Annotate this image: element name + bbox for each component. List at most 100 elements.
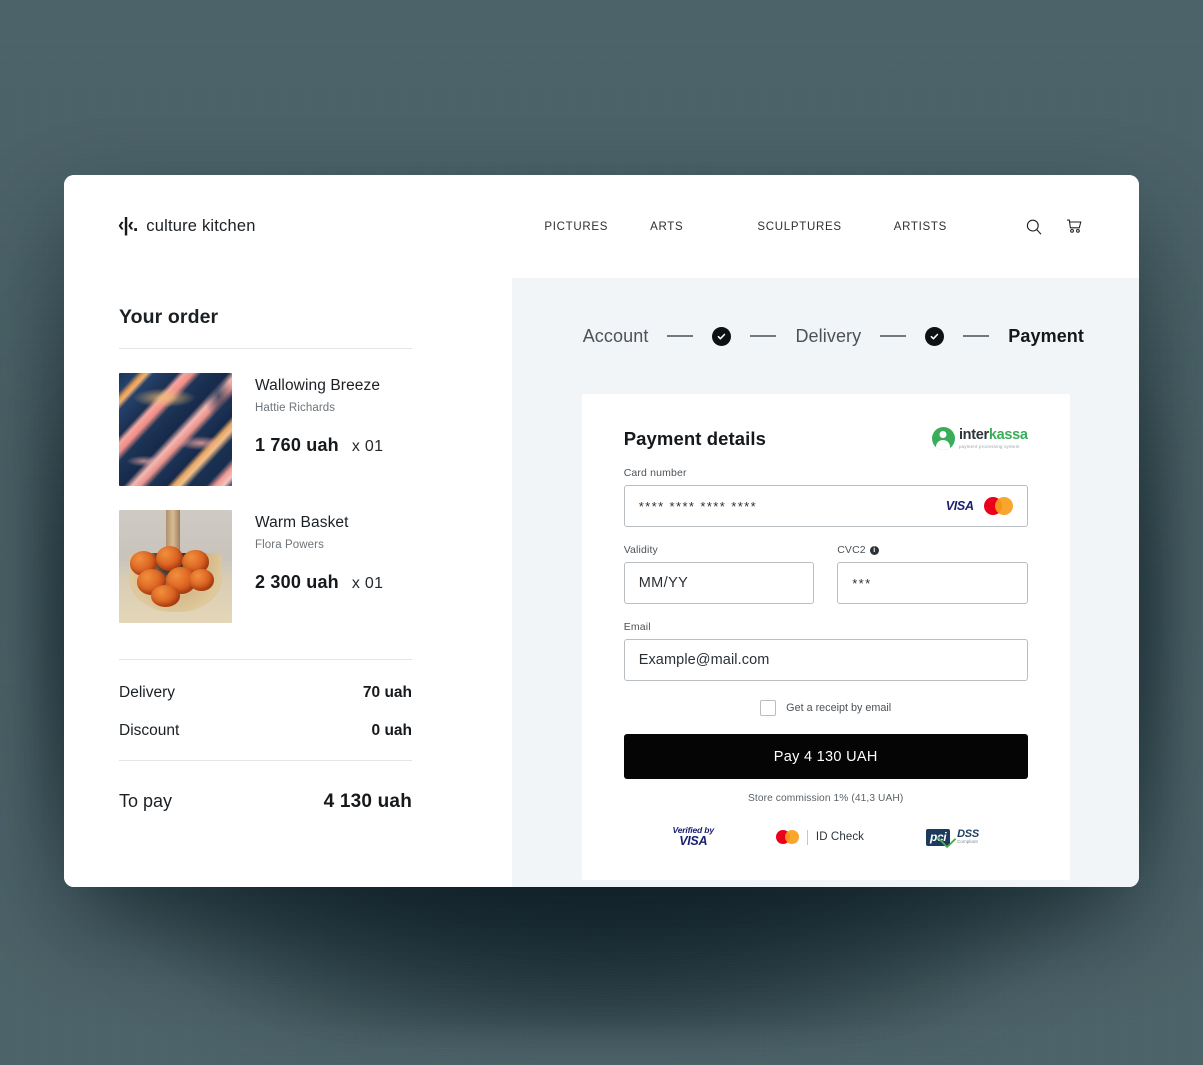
interkassa-logo: interkassa payment processing system bbox=[931, 427, 1028, 450]
mastercard-icon bbox=[983, 497, 1013, 515]
card-brand-group: VISA bbox=[946, 497, 1013, 515]
provider-tagline: payment processing system bbox=[958, 444, 1020, 450]
order-item-price-row: 2 300 uah x 01 bbox=[255, 572, 383, 593]
card-number-field: Card number **** **** **** **** VISA bbox=[623, 467, 1028, 527]
artwork-detail bbox=[189, 568, 214, 592]
email-input[interactable]: Example@mail.com bbox=[623, 639, 1028, 681]
receipt-checkbox-label[interactable]: Get a receipt by email bbox=[786, 702, 891, 714]
idcheck-label: ID Check bbox=[815, 831, 865, 844]
order-item-author: Hattie Richards bbox=[255, 402, 336, 414]
validity-cvc-row: Validity MM/YY CVC2 i *** bbox=[623, 527, 1028, 604]
search-icon[interactable] bbox=[1023, 216, 1045, 238]
step-complete-check-icon bbox=[712, 326, 732, 346]
receipt-checkbox-row: Get a receipt by email bbox=[624, 700, 1028, 716]
step-connector bbox=[963, 335, 990, 337]
step-connector bbox=[750, 335, 777, 337]
artwork-detail bbox=[150, 584, 180, 608]
card-number-label: Card number bbox=[623, 467, 687, 479]
payment-details-card: Payment details interkassa payment proce… bbox=[581, 394, 1070, 881]
nav-item-artists[interactable]: ARTISTS bbox=[894, 221, 947, 233]
pci-dss-main: DSS bbox=[957, 827, 979, 840]
pci-dss-text: DSS Compliant bbox=[952, 827, 979, 844]
mastercard-idcheck-badge: ID Check bbox=[775, 829, 865, 845]
verified-by-visa-icon: Verified by VISA bbox=[673, 825, 715, 849]
step-connector bbox=[880, 335, 907, 337]
email-label: Email bbox=[623, 621, 651, 633]
grand-total-label: To pay bbox=[119, 791, 173, 811]
total-value: 70 uah bbox=[362, 684, 412, 701]
info-icon[interactable]: i bbox=[869, 545, 879, 555]
badge-divider bbox=[806, 829, 808, 845]
order-item-price-row: 1 760 uah x 01 bbox=[255, 435, 383, 456]
nav-item-pictures[interactable]: PICTURES bbox=[544, 221, 608, 233]
pci-dss-sub: Compliant bbox=[957, 838, 978, 844]
checkout-stepper: Account Delivery Payment bbox=[582, 305, 1084, 367]
verified-by-visa-main: VISA bbox=[679, 834, 708, 849]
pci-dss-icon: pci DSS Compliant bbox=[926, 827, 979, 846]
order-item-info: Wallowing Breeze Hattie Richards 1 760 u… bbox=[255, 373, 383, 486]
email-field: Email Example@mail.com bbox=[623, 621, 1028, 681]
cvc-input[interactable]: *** bbox=[837, 562, 1028, 604]
interkassa-wordmark: interkassa payment processing system bbox=[959, 427, 1028, 449]
brand-logo[interactable]: ‹|‹. culture kitchen bbox=[118, 215, 256, 236]
site-header: ‹|‹. culture kitchen PICTURES ARTS SCULP… bbox=[64, 175, 1139, 278]
order-title: Your order bbox=[119, 306, 219, 328]
order-item-author: Flora Powers bbox=[255, 539, 324, 551]
receipt-checkbox[interactable] bbox=[760, 700, 777, 716]
card-number-placeholder: **** **** **** **** bbox=[638, 498, 758, 514]
visa-icon: VISA bbox=[945, 499, 974, 513]
artwork-thumbnail[interactable] bbox=[119, 510, 232, 623]
total-value: 0 uah bbox=[371, 722, 412, 739]
interkassa-avatar-icon bbox=[931, 427, 955, 450]
checkout-content: Your order Wallowing Breeze Hattie Richa… bbox=[64, 278, 1139, 887]
order-item-quantity: x 01 bbox=[351, 438, 384, 455]
order-item-price: 1 760 uah bbox=[255, 435, 339, 455]
step-payment[interactable]: Payment bbox=[1008, 326, 1084, 347]
total-label: Discount bbox=[119, 722, 180, 739]
artwork-thumbnail[interactable] bbox=[119, 373, 232, 486]
nav-item-arts[interactable]: ARTS bbox=[650, 221, 683, 233]
validity-placeholder: MM/YY bbox=[638, 575, 689, 591]
email-placeholder: Example@mail.com bbox=[638, 652, 770, 668]
cart-icon[interactable] bbox=[1063, 216, 1085, 238]
grand-total-value: 4 130 uah bbox=[323, 791, 412, 812]
artwork-image-warm-basket bbox=[119, 510, 232, 623]
order-item-title: Wallowing Breeze bbox=[255, 377, 381, 394]
page-title: Payment details bbox=[623, 427, 767, 449]
payment-card-header: Payment details interkassa payment proce… bbox=[624, 427, 1028, 450]
card-number-input[interactable]: **** **** **** **** VISA bbox=[623, 485, 1028, 527]
total-label: Delivery bbox=[119, 684, 175, 701]
cvc-label: CVC2 i bbox=[837, 544, 1028, 556]
logo-mark-icon: ‹|‹. bbox=[118, 215, 138, 236]
order-item-price: 2 300 uah bbox=[255, 572, 339, 592]
nav-item-sculptures[interactable]: SCULPTURES bbox=[757, 221, 841, 233]
list-item[interactable]: Wallowing Breeze Hattie Richards 1 760 u… bbox=[119, 349, 458, 486]
step-account[interactable]: Account bbox=[583, 326, 649, 347]
order-summary-pane: Your order Wallowing Breeze Hattie Richa… bbox=[64, 278, 512, 887]
main-navigation: PICTURES ARTS SCULPTURES ARTISTS bbox=[544, 216, 1085, 238]
app-window: ‹|‹. culture kitchen PICTURES ARTS SCULP… bbox=[64, 175, 1139, 887]
order-totals: Delivery 70 uah Discount 0 uah To pay 4 … bbox=[119, 623, 458, 813]
step-complete-check-icon bbox=[925, 326, 945, 346]
step-delivery[interactable]: Delivery bbox=[795, 326, 861, 347]
total-row-delivery: Delivery 70 uah bbox=[119, 684, 412, 702]
brand-name: culture kitchen bbox=[146, 217, 256, 235]
cvc-label-text: CVC2 bbox=[837, 544, 866, 556]
mastercard-icon bbox=[775, 830, 799, 845]
trust-badges: Verified by VISA ID Check pci DSS Compli… bbox=[624, 825, 1028, 849]
provider-name-part2: kassa bbox=[988, 427, 1028, 444]
cvc-placeholder: *** bbox=[852, 575, 872, 591]
validity-field: Validity MM/YY bbox=[623, 544, 815, 604]
provider-name-part1: inter bbox=[958, 427, 989, 444]
order-item-quantity: x 01 bbox=[351, 575, 384, 592]
validity-input[interactable]: MM/YY bbox=[623, 562, 815, 604]
list-item[interactable]: Warm Basket Flora Powers 2 300 uah x 01 bbox=[119, 486, 458, 623]
artwork-image-wallowing-breeze bbox=[119, 373, 232, 486]
cvc-field: CVC2 i *** bbox=[837, 544, 1028, 604]
pay-button[interactable]: Pay 4 130 UAH bbox=[623, 734, 1028, 779]
order-item-info: Warm Basket Flora Powers 2 300 uah x 01 bbox=[255, 510, 383, 623]
store-commission-note: Store commission 1% (41,3 UAH) bbox=[748, 793, 904, 804]
pci-tag: pci bbox=[926, 828, 951, 846]
header-icon-group bbox=[1023, 216, 1085, 238]
checkout-pane: Account Delivery Payment Payment details bbox=[511, 278, 1139, 887]
